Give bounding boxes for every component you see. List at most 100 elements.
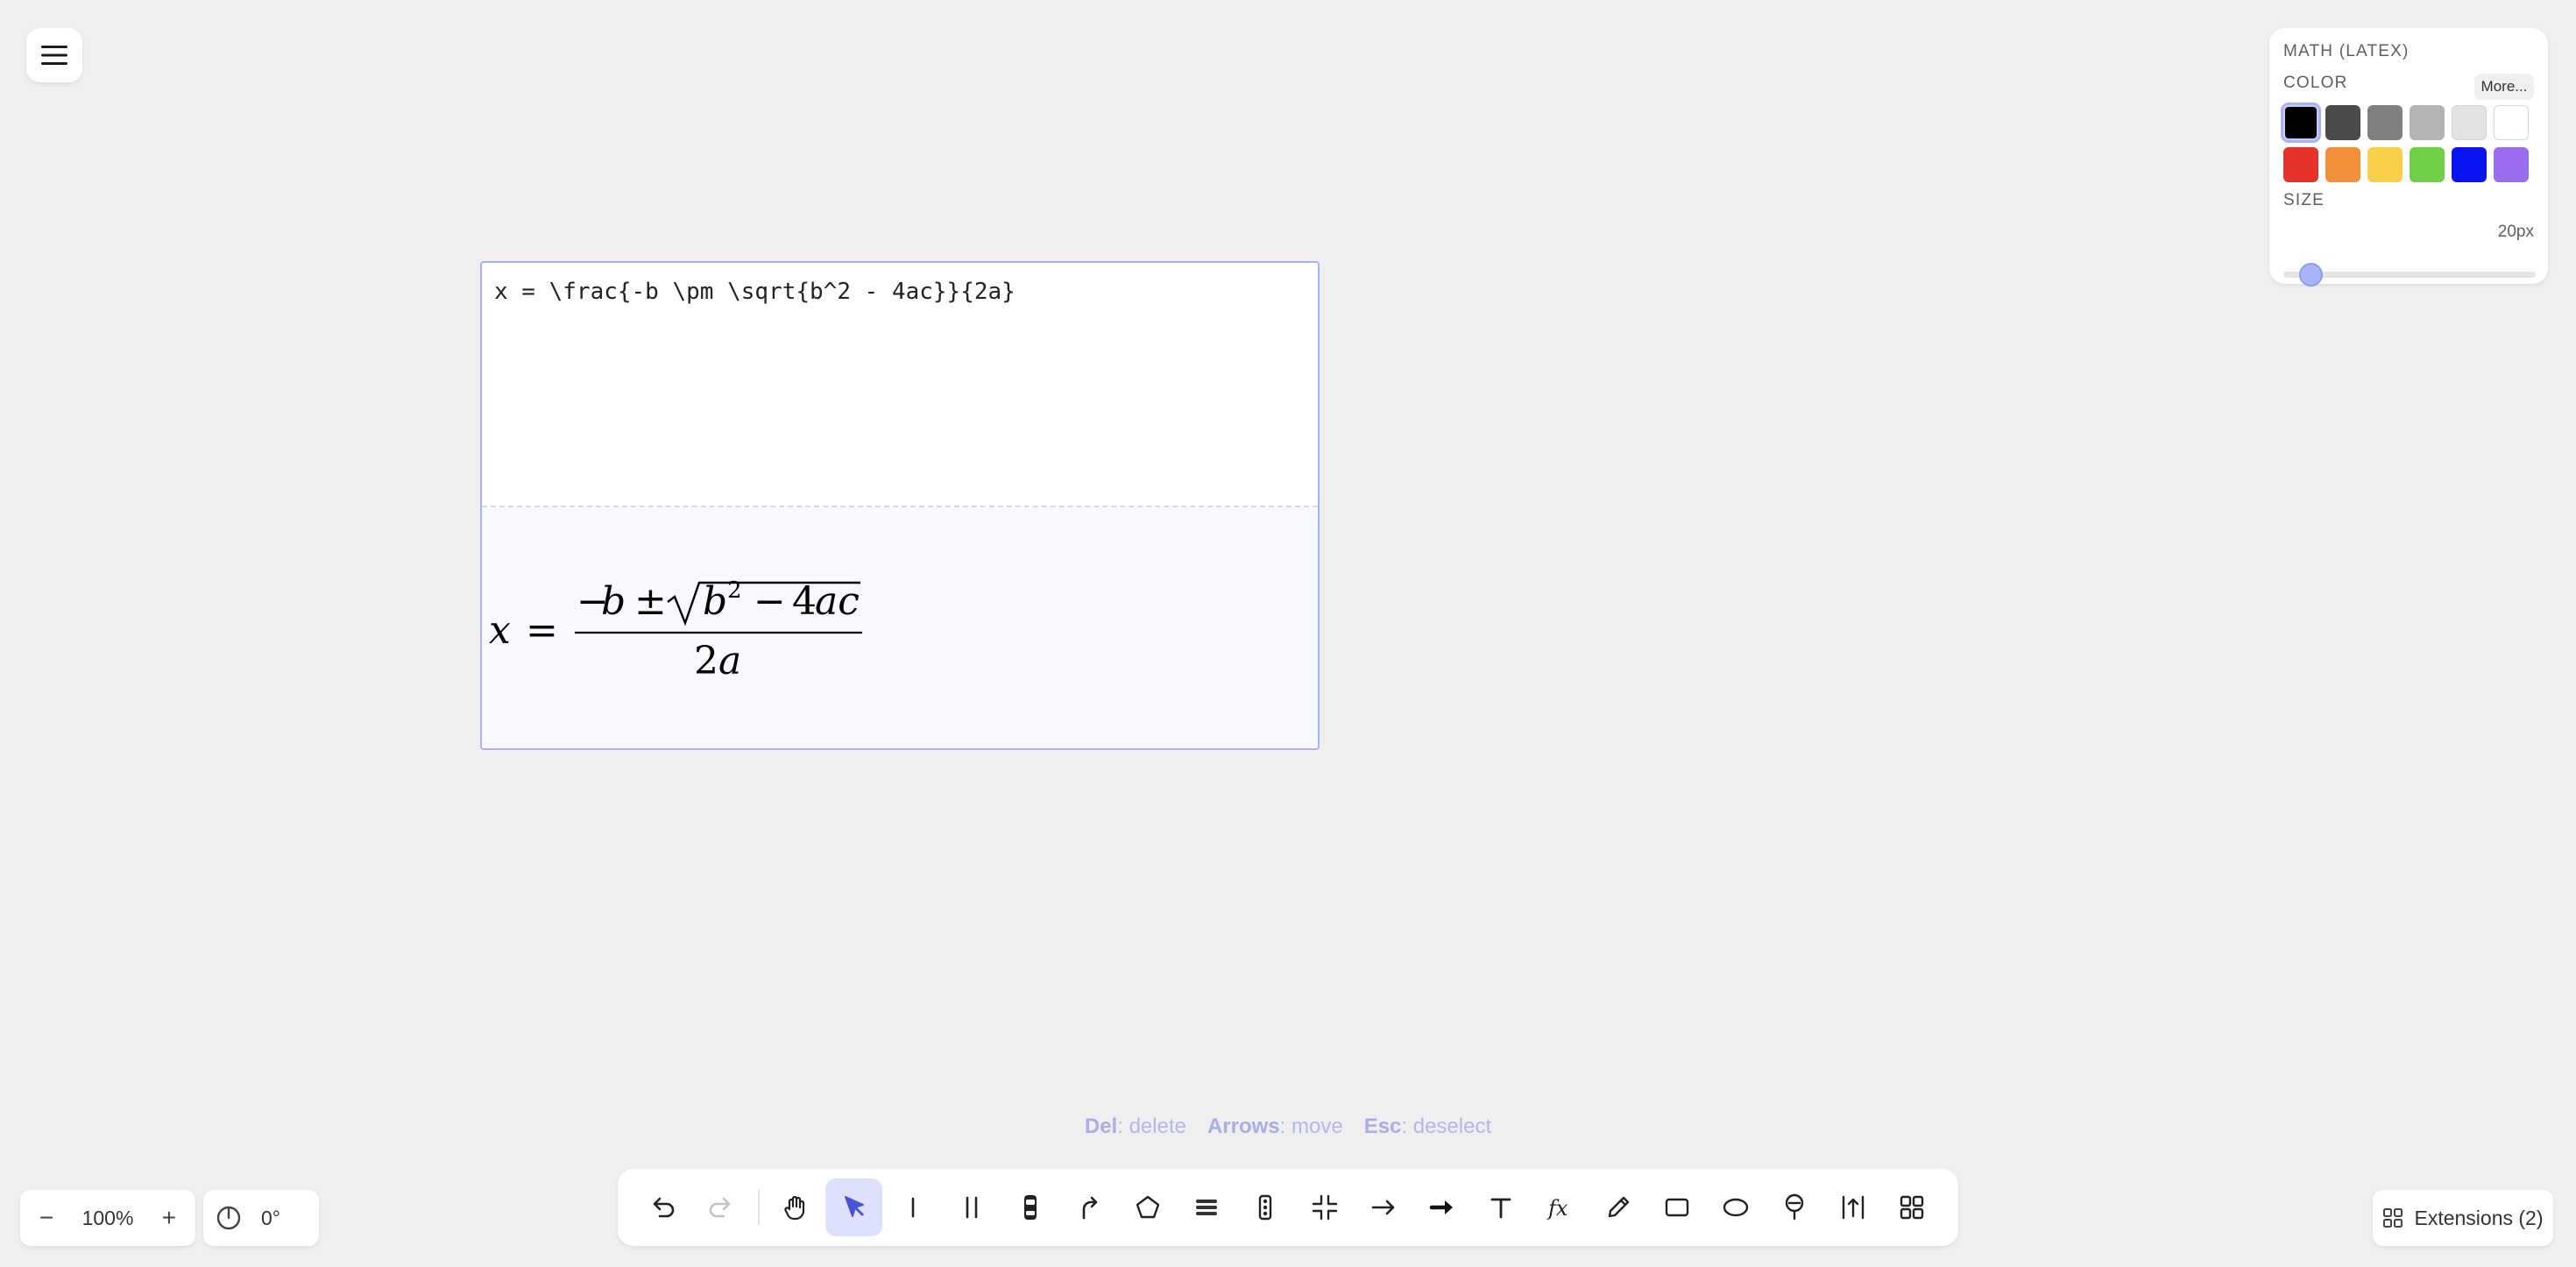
- single-line-icon: [911, 1197, 915, 1218]
- color-swatch[interactable]: [2494, 147, 2529, 182]
- color-label: COLOR: [2283, 74, 2348, 92]
- color-swatch[interactable]: [2367, 105, 2403, 140]
- color-swatch[interactable]: [2367, 147, 2403, 182]
- vehicle-tool-button[interactable]: [1002, 1179, 1059, 1236]
- extensions-label: Extensions (2): [2414, 1206, 2544, 1229]
- merge-tool-button[interactable]: [1296, 1179, 1353, 1236]
- color-swatch[interactable]: [2452, 147, 2487, 182]
- color-swatch[interactable]: [2283, 147, 2318, 182]
- color-swatch[interactable]: [2325, 147, 2360, 182]
- math-tool-button[interactable]: fx: [1531, 1179, 1588, 1236]
- menu-button[interactable]: [26, 28, 82, 82]
- size-slider-thumb[interactable]: [2299, 263, 2324, 287]
- formula-denominator-a: a: [718, 639, 741, 683]
- formula-sqrt-b: b: [703, 579, 727, 624]
- rendered-formula: x = − b ± b 2 − 4 ac 2 a: [482, 507, 1318, 748]
- vehicle-icon: [1024, 1195, 1037, 1220]
- formula-denominator-2: 2: [694, 639, 718, 683]
- measure-icon: [1843, 1195, 1865, 1220]
- rotation-dial-icon: [216, 1206, 241, 1230]
- color-swatch[interactable]: [2281, 103, 2321, 143]
- zoom-level[interactable]: 100%: [82, 1207, 134, 1230]
- select-tool-button[interactable]: [825, 1179, 883, 1236]
- rectangle-icon: [1665, 1198, 1689, 1217]
- formula-svg: x = − b ± b 2 − 4 ac 2 a: [489, 577, 862, 683]
- bold-arrow-icon: [1429, 1200, 1453, 1214]
- marker-pin-tool-button[interactable]: [1766, 1179, 1823, 1236]
- pencil-tool-button[interactable]: [1589, 1179, 1646, 1236]
- hint-esc-action: : deselect: [1401, 1115, 1492, 1138]
- hint-arrows-action: : move: [1279, 1115, 1343, 1138]
- grid-apps-icon: [1900, 1195, 1924, 1220]
- polygon-icon: [1136, 1195, 1160, 1219]
- color-swatch[interactable]: [2325, 105, 2360, 140]
- formula-4: 4: [792, 579, 817, 624]
- panel-title: MATH (LATEX): [2283, 42, 2410, 60]
- lanes-icon: [1196, 1200, 1218, 1215]
- formula-equals: =: [526, 608, 558, 653]
- math-element[interactable]: x = \frac{-b \pm \sqrt{b^2 - 4ac}}{2a} x…: [480, 261, 1320, 750]
- curved-arrow-tool-button[interactable]: [1061, 1179, 1118, 1236]
- formula-pm: ±: [634, 579, 667, 624]
- rotation-control[interactable]: 0°: [203, 1190, 319, 1246]
- pencil-icon: [1608, 1196, 1630, 1218]
- keyboard-hint: Del: delete Arrows: move Esc: deselect: [0, 1115, 2576, 1139]
- text-tool-button[interactable]: [1472, 1179, 1529, 1236]
- arrow-icon: [1371, 1200, 1394, 1215]
- undo-icon: [653, 1197, 674, 1218]
- polygon-tool-button[interactable]: [1120, 1179, 1177, 1236]
- merge-icon: [1312, 1194, 1337, 1221]
- ellipse-icon: [1723, 1198, 1749, 1217]
- arrow-tool-button[interactable]: [1355, 1179, 1412, 1236]
- more-tools-button[interactable]: [1884, 1179, 1941, 1236]
- more-colors-button[interactable]: More...: [2474, 74, 2534, 100]
- double-line-icon: [966, 1196, 978, 1219]
- rectangle-tool-button[interactable]: [1649, 1179, 1706, 1236]
- marker-pin-icon: [1786, 1193, 1804, 1221]
- formula-b: b: [601, 579, 626, 624]
- color-swatch[interactable]: [2494, 105, 2529, 140]
- traffic-light-icon: [1259, 1194, 1272, 1221]
- bold-arrow-tool-button[interactable]: [1413, 1179, 1470, 1236]
- formula-exponent: 2: [727, 577, 742, 604]
- traffic-light-tool-button[interactable]: [1237, 1179, 1294, 1236]
- lanes-tool-button[interactable]: [1178, 1179, 1235, 1236]
- undo-button[interactable]: [633, 1179, 690, 1236]
- color-swatch[interactable]: [2410, 105, 2445, 140]
- size-label: SIZE: [2283, 191, 2325, 209]
- curved-arrow-icon: [1082, 1196, 1098, 1220]
- extensions-button[interactable]: Extensions (2): [2373, 1190, 2553, 1246]
- latex-source-editor[interactable]: x = \frac{-b \pm \sqrt{b^2 - 4ac}}{2a}: [482, 263, 1318, 505]
- single-line-tool-button[interactable]: [884, 1179, 941, 1236]
- color-swatch[interactable]: [2410, 147, 2445, 182]
- hint-del-action: : delete: [1117, 1115, 1186, 1138]
- hand-tool-button[interactable]: [767, 1179, 824, 1236]
- hint-esc-key: Esc: [1363, 1115, 1402, 1138]
- redo-button[interactable]: [692, 1179, 749, 1236]
- hamburger-menu-icon: [41, 46, 67, 65]
- ellipse-tool-button[interactable]: [1708, 1179, 1765, 1236]
- formula-ac: ac: [815, 579, 860, 624]
- formula-x: x: [489, 608, 511, 653]
- zoom-controls: − 100% +: [20, 1190, 195, 1246]
- size-slider[interactable]: [2283, 263, 2536, 287]
- color-swatch[interactable]: [2452, 105, 2487, 140]
- math-fx-icon: fx: [1546, 1196, 1568, 1221]
- redo-icon: [709, 1197, 730, 1218]
- zoom-in-button[interactable]: +: [152, 1200, 187, 1235]
- svg-text:fx: fx: [1546, 1196, 1568, 1221]
- grid-icon: [2383, 1208, 2403, 1228]
- double-line-tool-button[interactable]: [943, 1179, 1000, 1236]
- zoom-out-button[interactable]: −: [29, 1200, 64, 1235]
- properties-panel: MATH (LATEX) COLOR More... SIZE 20px: [2269, 28, 2548, 287]
- size-value: 20px: [2497, 223, 2534, 241]
- select-pointer-icon: [844, 1196, 864, 1217]
- measure-tool-button[interactable]: [1825, 1179, 1882, 1236]
- main-toolbar: fx: [618, 1169, 1958, 1246]
- text-icon: [1490, 1198, 1511, 1219]
- hint-arrows-key: Arrows: [1207, 1115, 1280, 1138]
- formula-sqrt-minus: −: [754, 579, 786, 624]
- hand-pan-icon: [784, 1195, 804, 1221]
- rotation-value: 0°: [261, 1206, 280, 1229]
- hint-del-key: Del: [1084, 1115, 1118, 1138]
